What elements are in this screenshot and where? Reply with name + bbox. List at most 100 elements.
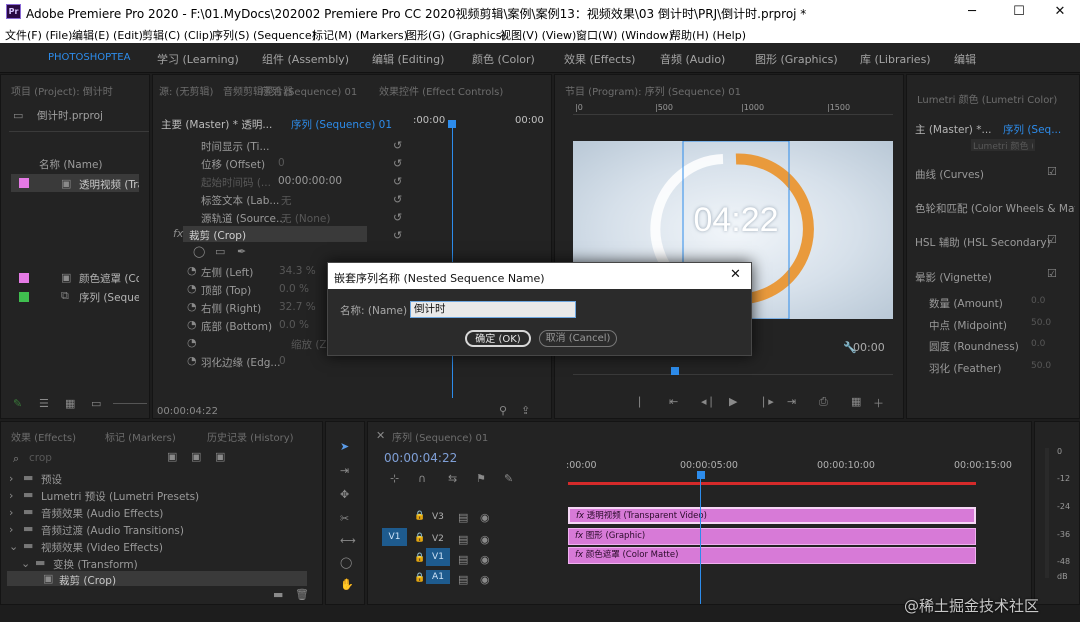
effects-tree-item[interactable]: 变换 (Transform) <box>53 557 138 572</box>
pen-mask-icon[interactable]: ✒ <box>237 245 246 258</box>
collapse-arrow-icon[interactable]: ⌄ <box>9 540 18 553</box>
tab-effects[interactable]: 效果 (Effects) <box>11 429 76 444</box>
workspace-tab-effects[interactable]: 效果 (Effects) <box>564 51 635 67</box>
lock-icon[interactable]: 🔒 <box>414 533 425 543</box>
program-playhead[interactable] <box>671 367 679 375</box>
vignette-param-value[interactable]: 50.0 <box>1031 318 1051 328</box>
filter-icon[interactable]: ⚲ <box>499 404 507 417</box>
stopwatch-icon[interactable]: ◔ <box>187 300 197 313</box>
checkbox-checked-icon[interactable]: ☑ <box>1047 267 1057 280</box>
tab-history[interactable]: 历史记录 (History) <box>207 429 294 444</box>
trash-icon[interactable]: 🗑 <box>295 588 309 601</box>
ec-timecode[interactable]: 00:00:04:22 <box>157 406 218 417</box>
reset-icon[interactable]: ↺ <box>393 175 402 188</box>
export-frame-icon[interactable]: ⎙ <box>819 395 828 409</box>
vignette-param-value[interactable]: 50.0 <box>1031 361 1051 371</box>
project-column-name[interactable]: 名称 (Name) <box>39 157 103 172</box>
crop-property-value[interactable]: 0.0 % <box>279 283 309 295</box>
lumetri-sequence-selector[interactable]: 序列 (Seq... <box>1003 122 1061 137</box>
lumetri-section-curves[interactable]: 曲线 (Curves) <box>915 167 984 182</box>
icon-view-icon[interactable]: ▦ <box>65 397 75 410</box>
reset-icon[interactable]: ↺ <box>393 211 402 224</box>
track-label-v2[interactable]: V2 <box>432 534 444 544</box>
workspace-tab-audio[interactable]: 音频 (Audio) <box>660 51 725 67</box>
lumetri-section-color-wheels[interactable]: 色轮和匹配 (Color Wheels & Matc <box>915 201 1075 216</box>
comparison-view-icon[interactable]: ▦ <box>851 395 861 408</box>
menu-help[interactable]: 帮助(H) (Help) <box>670 27 746 43</box>
settings-wrench-icon[interactable]: ✎ <box>504 472 513 485</box>
step-forward-icon[interactable]: ❘▸ <box>759 395 774 408</box>
vignette-param-value[interactable]: 0.0 <box>1031 296 1045 306</box>
track-label-a1[interactable]: A1 <box>426 570 450 584</box>
workspace-tab-photoshoptea[interactable]: PHOTOSHOPTEA <box>48 52 130 63</box>
menu-window[interactable]: 窗口(W) (Window) <box>576 27 673 43</box>
lock-icon[interactable]: 🔒 <box>414 553 425 563</box>
eye-icon[interactable]: ◉ <box>480 533 490 546</box>
go-to-out-icon[interactable]: ⇥ <box>787 395 796 408</box>
effect-name-crop[interactable]: 裁剪 (Crop) <box>189 228 246 243</box>
rect-mask-icon[interactable]: ▭ <box>215 245 225 258</box>
property-value[interactable]: 无 (None) <box>281 211 330 226</box>
nest-toggle-icon[interactable]: ⊹ <box>390 472 399 485</box>
mute-icon[interactable]: ◉ <box>480 573 490 586</box>
effects-tree-item[interactable]: 音频过渡 (Audio Transitions) <box>41 523 184 538</box>
workspace-tab-learning[interactable]: 学习 (Learning) <box>157 51 239 67</box>
lock-icon[interactable]: 🔒 <box>414 573 425 583</box>
list-item[interactable]: 透明视频 (Transparent Video) <box>79 177 139 192</box>
stopwatch-icon[interactable]: ◔ <box>187 318 197 331</box>
new-bin-icon[interactable]: ▬ <box>273 588 283 601</box>
master-clip-selector[interactable]: 主要 (Master) * 透明... <box>161 117 272 132</box>
workspace-tab-color[interactable]: 颜色 (Color) <box>472 51 535 67</box>
add-marker-icon[interactable]: ⚑ <box>476 472 486 485</box>
crop-property-value[interactable]: 34.3 % <box>279 265 316 277</box>
checkbox-checked-icon[interactable]: ☑ <box>1047 165 1057 178</box>
lumetri-master-selector[interactable]: 主 (Master) *... <box>915 122 992 137</box>
close-tab-icon[interactable]: ✕ <box>376 429 385 442</box>
expand-arrow-icon[interactable]: › <box>9 489 13 502</box>
effects-tree-item-crop[interactable]: 裁剪 (Crop) <box>59 573 116 588</box>
program-timecode[interactable]: 00:00 <box>853 341 885 354</box>
step-back-icon[interactable]: ◂❘ <box>701 395 716 408</box>
menu-markers[interactable]: 标记(M) (Markers) <box>312 27 408 43</box>
wrench-icon[interactable]: 🔧 <box>843 341 857 354</box>
freeform-view-icon[interactable]: ▭ <box>91 397 101 410</box>
effects-search-input[interactable]: crop <box>29 452 52 464</box>
ellipse-mask-icon[interactable]: ◯ <box>193 245 205 258</box>
crop-property-value[interactable]: 0 <box>279 355 286 367</box>
export-icon[interactable]: ⇪ <box>521 404 530 417</box>
workspace-tab-graphics[interactable]: 图形 (Graphics) <box>755 51 838 67</box>
property-value[interactable]: 0 <box>278 157 285 169</box>
lock-icon[interactable]: 🔒 <box>414 511 425 521</box>
zoom-slider[interactable] <box>113 403 147 404</box>
expand-arrow-icon[interactable]: › <box>9 523 13 536</box>
slip-tool-icon[interactable]: ⟷ <box>340 534 356 547</box>
expand-arrow-icon[interactable]: › <box>9 472 13 485</box>
list-view-icon[interactable]: ☰ <box>39 397 49 410</box>
stopwatch-icon[interactable]: ◔ <box>187 282 197 295</box>
track-label-v1[interactable]: V1 <box>426 548 450 566</box>
property-value[interactable]: 无 <box>281 193 292 208</box>
collapse-arrow-icon[interactable]: ⌄ <box>21 557 30 570</box>
track-label-v3[interactable]: V3 <box>432 512 444 522</box>
menu-edit[interactable]: 编辑(E) (Edit) <box>72 27 143 43</box>
property-value[interactable]: 00:00:00:00 <box>278 175 342 187</box>
workspace-tab-libraries[interactable]: 库 (Libraries) <box>860 51 931 67</box>
menu-view[interactable]: 视图(V) (View) <box>500 27 576 43</box>
timeline-clip-graphic[interactable]: fx 图形 (Graphic) <box>568 528 976 545</box>
lumetri-section-vignette[interactable]: 晕影 (Vignette) <box>915 270 992 285</box>
effects-tree-item[interactable]: 视频效果 (Video Effects) <box>41 540 163 555</box>
32bit-effects-icon[interactable]: ▣ <box>191 450 201 463</box>
dialog-name-input[interactable]: 倒计时 <box>410 301 576 318</box>
tab-sequence[interactable]: 序列 (Sequence) 01 <box>261 83 357 98</box>
list-item[interactable]: 颜色遮罩 (Color Matte) <box>79 271 139 286</box>
hand-tool-icon[interactable]: ✋ <box>340 578 354 591</box>
program-scrub-bar[interactable] <box>573 365 893 375</box>
sequence-clip-selector[interactable]: 序列 (Sequence) 01 <box>291 117 392 132</box>
lumetri-section-hsl[interactable]: HSL 辅助 (HSL Secondary) <box>915 235 1051 250</box>
linked-selection-icon[interactable]: ⇆ <box>448 472 457 485</box>
project-panel-tab[interactable]: 项目 (Project): 倒计时 <box>11 83 113 98</box>
maximize-button[interactable]: ☐ <box>999 2 1039 22</box>
track-select-tool-icon[interactable]: ⇥ <box>340 464 349 477</box>
timeline-playhead-handle[interactable] <box>697 471 705 479</box>
yuv-effects-icon[interactable]: ▣ <box>215 450 225 463</box>
